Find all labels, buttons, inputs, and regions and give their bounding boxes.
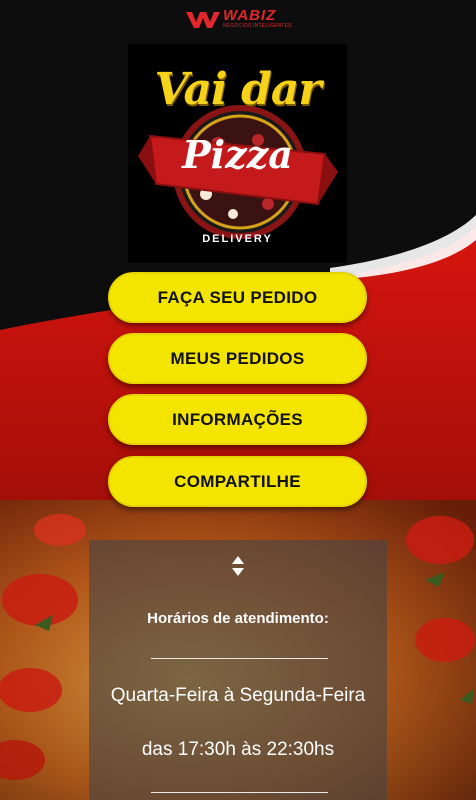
share-button[interactable]: COMPARTILHE [108, 456, 367, 507]
wabiz-mark-icon [186, 12, 220, 28]
info-button[interactable]: INFORMAÇÕES [108, 394, 367, 445]
logo-delivery-label: DELIVERY [202, 233, 273, 245]
divider [151, 792, 328, 793]
brand-tagline: NEGÓCIOS INTELIGENTES [223, 23, 292, 29]
restaurant-logo: Vai dar Pizza DELIVERY [128, 44, 347, 263]
expand-toggle-icon[interactable] [230, 554, 246, 578]
my-orders-button[interactable]: MEUS PEDIDOS [108, 333, 367, 384]
brand-logo: WABIZ NEGÓCIOS INTELIGENTES [186, 8, 292, 30]
order-button[interactable]: FAÇA SEU PEDIDO [108, 272, 367, 323]
hours-days: Quarta-Feira à Segunda-Feira [110, 685, 366, 706]
divider [151, 658, 328, 659]
hours-time: das 17:30h às 22:30hs [141, 739, 335, 760]
opening-hours-panel: Horários de atendimento: Quarta-Feira à … [89, 540, 387, 800]
hours-title: Horários de atendimento: [147, 610, 329, 627]
logo-title: Vai dar [154, 64, 321, 115]
logo-pizza-word: Pizza [182, 132, 293, 177]
brand-name: WABIZ [223, 7, 277, 24]
